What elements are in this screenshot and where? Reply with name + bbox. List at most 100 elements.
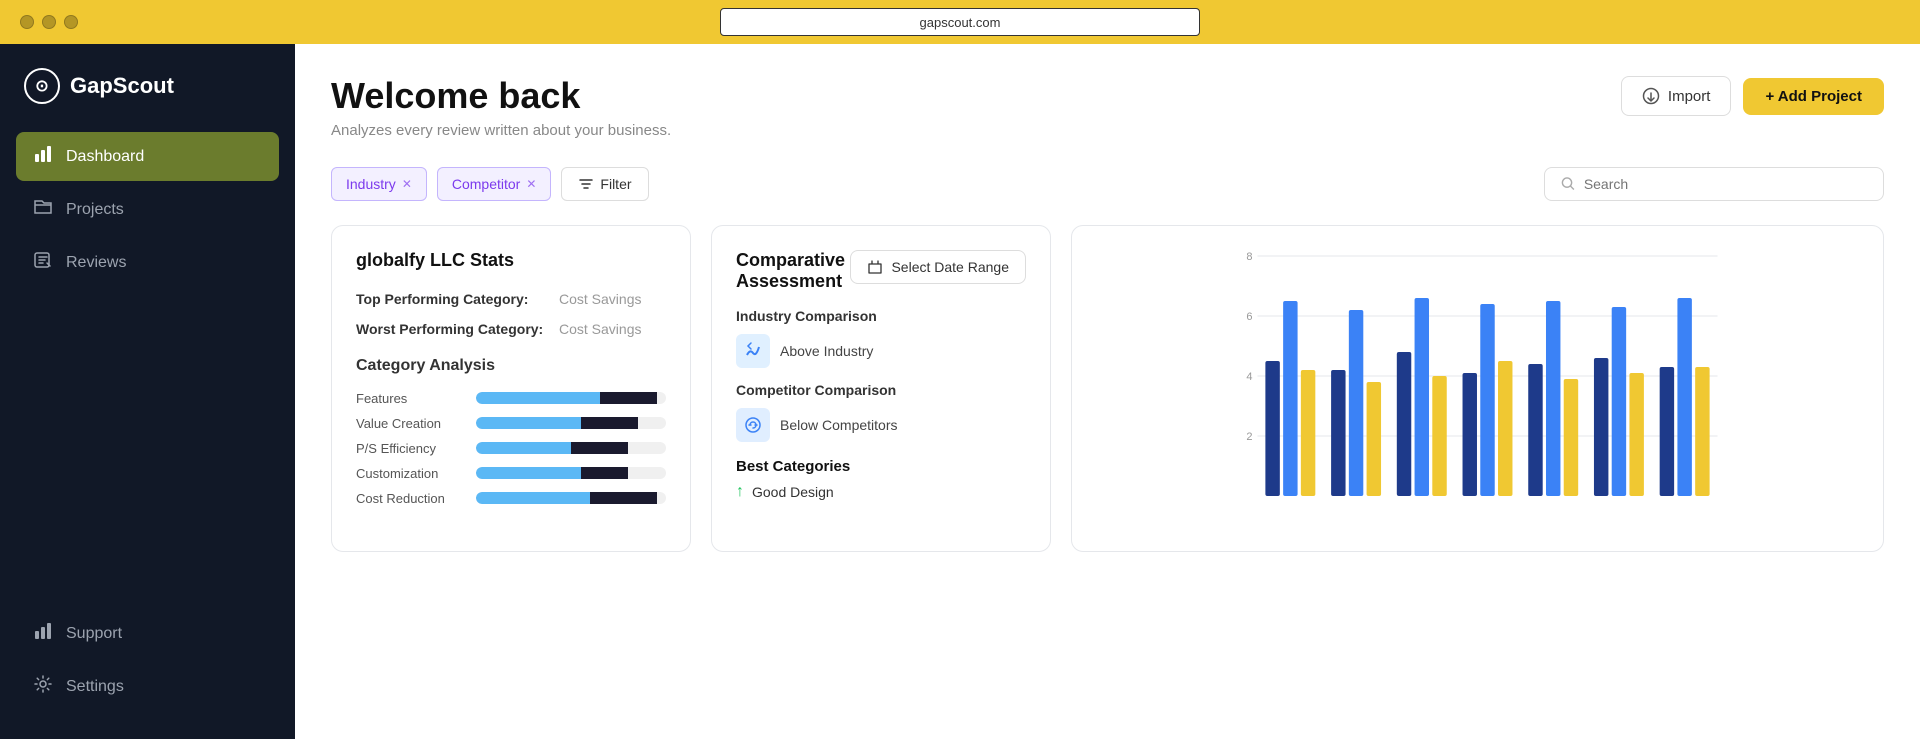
category-bars: Features Value Creation P/S Efficiency C…: [356, 391, 666, 506]
worst-performing-row: Worst Performing Category: Cost Savings: [356, 321, 666, 337]
svg-text:6: 6: [1246, 311, 1252, 323]
category-label: Features: [356, 391, 466, 406]
sidebar-item-label-projects: Projects: [66, 201, 124, 219]
best-category-name: Good Design: [752, 484, 834, 500]
import-icon: [1642, 87, 1660, 105]
industry-comparison-label: Industry Comparison: [736, 308, 1026, 324]
sidebar-item-label-settings: Settings: [66, 678, 124, 696]
svg-text:8: 8: [1246, 251, 1252, 263]
browser-dot-green: [64, 15, 78, 29]
category-row: Features: [356, 391, 666, 406]
category-bar-blue: [476, 467, 581, 479]
industry-tag-label: Industry: [346, 176, 396, 192]
sidebar-item-support[interactable]: Support: [16, 609, 279, 658]
browser-dot-red: [20, 15, 34, 29]
header-actions: Import + Add Project: [1621, 76, 1884, 116]
industry-icon: [736, 334, 770, 368]
competitor-tag-close[interactable]: ✕: [526, 177, 536, 191]
dashboard-icon: [32, 144, 54, 169]
category-bar-dark: [600, 392, 657, 404]
add-project-button[interactable]: + Add Project: [1743, 78, 1884, 115]
category-bar-container: [476, 392, 666, 404]
main-content: Welcome back Analyzes every review writt…: [295, 44, 1920, 739]
category-bar-dark: [581, 467, 629, 479]
category-bar-blue: [476, 417, 581, 429]
stats-card: globalfy LLC Stats Top Performing Catego…: [331, 225, 691, 552]
category-bar-container: [476, 442, 666, 454]
industry-filter-tag[interactable]: Industry ✕: [331, 167, 427, 201]
sidebar-item-dashboard[interactable]: Dashboard: [16, 132, 279, 181]
competitor-comparison-item: Below Competitors: [736, 408, 1026, 442]
support-icon: [32, 621, 54, 646]
category-bar-dark: [571, 442, 628, 454]
competitor-filter-tag[interactable]: Competitor ✕: [437, 167, 552, 201]
add-project-label: + Add Project: [1765, 88, 1862, 105]
url-text: gapscout.com: [920, 15, 1001, 30]
sidebar-item-reviews[interactable]: Reviews: [16, 238, 279, 287]
competitor-status: Below Competitors: [780, 417, 898, 433]
sidebar-logo: ⊙ GapScout: [16, 68, 279, 104]
logo-text: GapScout: [70, 73, 174, 99]
page-subtitle: Analyzes every review written about your…: [331, 122, 671, 139]
industry-comparison-item: Above Industry: [736, 334, 1026, 368]
chart-card: 2468: [1071, 225, 1884, 552]
filter-label: Filter: [600, 176, 631, 192]
sidebar-item-projects[interactable]: Projects: [16, 185, 279, 234]
competitor-tag-label: Competitor: [452, 176, 520, 192]
industry-status: Above Industry: [780, 343, 873, 359]
page-title: Welcome back: [331, 76, 671, 116]
svg-text:2: 2: [1246, 431, 1252, 443]
filter-bar: Industry ✕ Competitor ✕ Filter: [331, 167, 1884, 201]
industry-tag-close[interactable]: ✕: [402, 177, 412, 191]
worst-performing-value: Cost Savings: [559, 321, 641, 337]
settings-icon: [32, 674, 54, 699]
category-bar-container: [476, 467, 666, 479]
search-icon: [1561, 176, 1576, 192]
top-performing-label: Top Performing Category:: [356, 291, 551, 307]
top-performing-row: Top Performing Category: Cost Savings: [356, 291, 666, 307]
category-label: Value Creation: [356, 416, 466, 431]
app-container: ⊙ GapScout Dashboard Projects Reviews: [0, 44, 1920, 739]
assessment-header: Comparative Assessment Select Date Range: [736, 250, 1026, 292]
filter-button[interactable]: Filter: [561, 167, 648, 201]
search-input[interactable]: [1584, 176, 1867, 192]
filter-icon: [578, 176, 594, 192]
sidebar-item-settings[interactable]: Settings: [16, 662, 279, 711]
url-bar[interactable]: gapscout.com: [720, 8, 1200, 36]
category-row: Value Creation: [356, 416, 666, 431]
import-label: Import: [1668, 88, 1711, 105]
browser-dots: [20, 15, 78, 29]
up-arrow-icon: ↑: [736, 483, 744, 501]
sidebar-item-label-reviews: Reviews: [66, 254, 126, 272]
search-box: [1544, 167, 1884, 201]
date-range-label: Select Date Range: [891, 259, 1009, 275]
assessment-card: Comparative Assessment Select Date Range…: [711, 225, 1051, 552]
sidebar-item-label-support: Support: [66, 625, 122, 643]
category-bar-dark: [581, 417, 638, 429]
competitor-comparison-label: Competitor Comparison: [736, 382, 1026, 398]
page-header: Welcome back Analyzes every review writt…: [331, 76, 1884, 139]
sidebar-bottom: Support Settings: [16, 609, 279, 715]
sidebar: ⊙ GapScout Dashboard Projects Reviews: [0, 44, 295, 739]
browser-dot-yellow: [42, 15, 56, 29]
page-header-text: Welcome back Analyzes every review writt…: [331, 76, 671, 139]
logo-icon: ⊙: [24, 68, 60, 104]
category-bar-blue: [476, 442, 571, 454]
competitor-icon: [736, 408, 770, 442]
reviews-icon: [32, 250, 54, 275]
category-bar-blue: [476, 492, 590, 504]
category-label: Cost Reduction: [356, 491, 466, 506]
import-button[interactable]: Import: [1621, 76, 1732, 116]
category-row: P/S Efficiency: [356, 441, 666, 456]
date-range-button[interactable]: Select Date Range: [850, 250, 1026, 284]
top-performing-value: Cost Savings: [559, 291, 641, 307]
category-analysis-title: Category Analysis: [356, 357, 666, 375]
stats-card-title: globalfy LLC Stats: [356, 250, 666, 271]
cards-row: globalfy LLC Stats Top Performing Catego…: [331, 225, 1884, 552]
projects-icon: [32, 197, 54, 222]
sidebar-item-label-dashboard: Dashboard: [66, 148, 144, 166]
category-bar-container: [476, 492, 666, 504]
category-bar-blue: [476, 392, 600, 404]
category-label: P/S Efficiency: [356, 441, 466, 456]
category-row: Customization: [356, 466, 666, 481]
